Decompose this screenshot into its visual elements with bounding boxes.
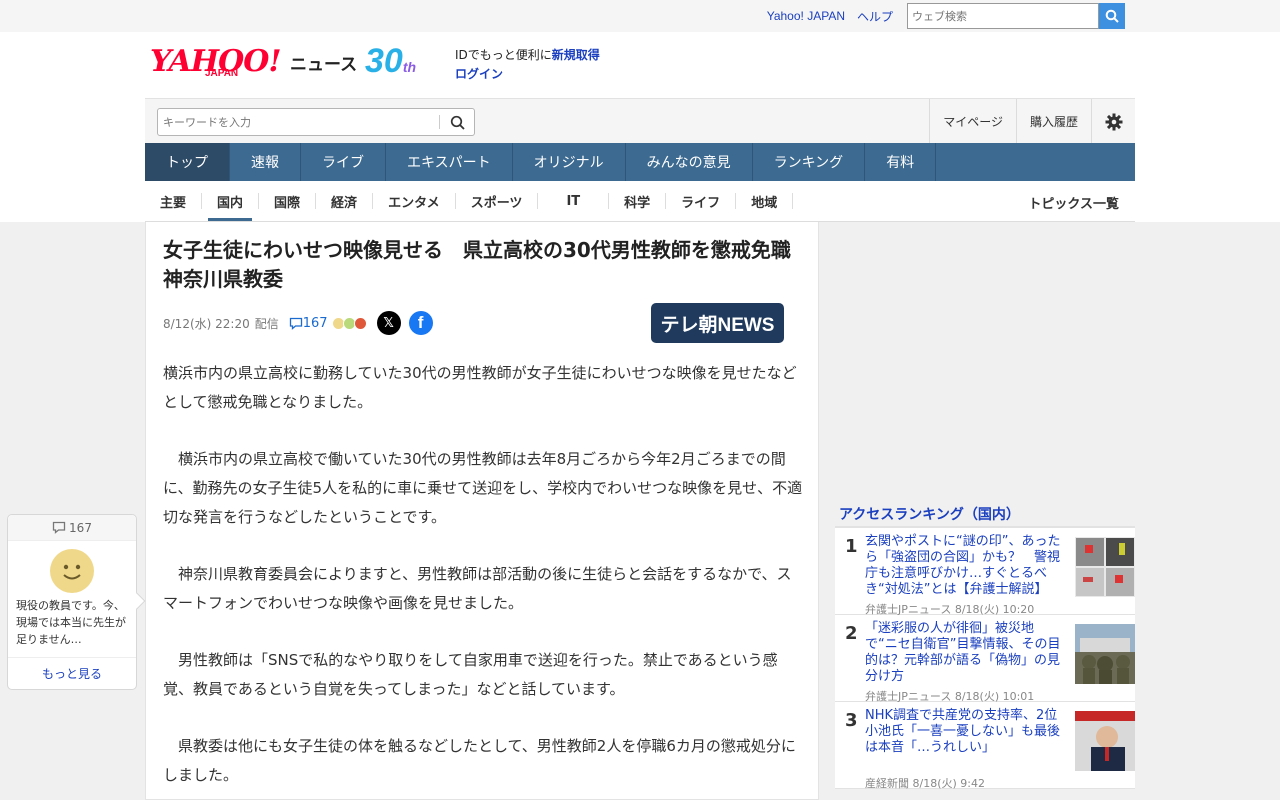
gear-icon <box>1105 113 1122 130</box>
ranking-number: 2 <box>845 623 858 644</box>
top-utility-bar: Yahoo! JAPAN ヘルプ <box>0 0 1280 32</box>
tab-domestic[interactable]: 国内 <box>202 193 260 221</box>
comment-widget-count[interactable]: 167 <box>8 515 136 541</box>
article-paragraph: 男性教師は「SNSで私的なやり取りをして自家用車で送迎を行った。禁止であるという… <box>163 651 778 698</box>
ranking-thumbnail <box>1075 711 1135 771</box>
tab-sports[interactable]: スポーツ <box>456 193 539 211</box>
comment-count-link[interactable]: 167 <box>289 316 328 331</box>
article-paragraph: 県教委は他にも女子生徒の体を触るなどしたとして、男性教師2人を停職6カ月の懲戒処… <box>163 737 796 784</box>
search-row: マイページ 購入履歴 <box>145 98 1135 144</box>
ranking-title[interactable]: 玄関やポストに“謎の印”、あったら「強盗団の合図」かも？ 警視庁も注意呼びかけ…… <box>865 534 1065 598</box>
search-icon <box>1105 9 1119 23</box>
ad-space <box>835 222 1135 502</box>
ranking-title[interactable]: NHK調査で共産党の支持率、2位小池氏「一喜一憂しない」も最後は本音「…うれしい… <box>865 708 1065 756</box>
tab-life[interactable]: ライフ <box>666 193 737 211</box>
web-search-input[interactable] <box>907 3 1099 29</box>
ranking-thumbnail <box>1075 624 1135 684</box>
article-date: 8/12(水) 22:20 <box>163 316 250 331</box>
ranking-item[interactable]: 1 玄関やポストに“謎の印”、あったら「強盗団の合図」かも？ 警視庁も注意呼びか… <box>835 528 1135 616</box>
comment-icon <box>52 521 66 534</box>
tab-local[interactable]: 地域 <box>736 193 794 211</box>
article: 女子生徒にわいせつ映像見せる 県立高校の30代男性教師を懲戒免職 神奈川県教委 … <box>145 222 819 800</box>
category-nav: 主要 国内 国際 経済 エンタメ スポーツ IT 科学 ライフ 地域 トピックス… <box>145 181 1135 222</box>
article-title: 女子生徒にわいせつ映像見せる 県立高校の30代男性教師を懲戒免職 神奈川県教委 <box>163 238 811 291</box>
ranking-number: 1 <box>845 536 858 557</box>
ranking-source: 産経新聞 8/18(火) 9:42 <box>865 777 985 790</box>
id-promo-text: IDでもっと便利に <box>455 48 552 62</box>
smile-avatar-icon <box>50 549 94 593</box>
gnav-live[interactable]: ライブ <box>301 143 386 181</box>
article-meta: 8/12(水) 22:20 配信 167 𝕏 f <box>163 311 433 335</box>
gnav-top[interactable]: トップ <box>145 143 230 181</box>
reaction-icons <box>331 316 367 330</box>
article-body: 横浜市内の県立高校に勤務していた30代の男性教師が女子生徒にわいせつな映像を見せ… <box>163 359 803 800</box>
yahoo-logo-sub: JAPAN <box>205 68 239 79</box>
tab-economy[interactable]: 経済 <box>316 193 374 211</box>
web-search-button[interactable] <box>1099 3 1125 29</box>
news-logo[interactable]: ニュース <box>290 50 357 75</box>
comment-snippet[interactable]: 現役の教員です。今、現場では本当に先生が足りません… <box>16 597 130 648</box>
article-paragraph: 神奈川県教育委員会によりますと、男性教師は部活動の後に生徒らと会話をするなかで、… <box>163 565 792 612</box>
gnav-breaking[interactable]: 速報 <box>230 143 301 181</box>
comment-count: 167 <box>302 315 328 331</box>
ranking-number: 3 <box>845 710 858 731</box>
web-search <box>907 3 1125 29</box>
keyword-search <box>157 108 475 136</box>
header-links: マイページ 購入履歴 <box>929 99 1135 144</box>
gnav-paid[interactable]: 有料 <box>865 143 937 181</box>
gnav-opinions[interactable]: みんなの意見 <box>626 143 753 181</box>
provider-logo[interactable]: テレ朝NEWS <box>651 303 784 343</box>
keyword-search-button[interactable] <box>440 109 474 135</box>
ranking-item[interactable]: 3 NHK調査で共産党の支持率、2位小池氏「一喜一憂しない」も最後は本音「…うれ… <box>835 702 1135 790</box>
comment-icon <box>289 317 302 330</box>
gnav-ranking[interactable]: ランキング <box>753 143 866 181</box>
x-share-icon[interactable]: 𝕏 <box>376 311 401 335</box>
id-promo: IDでもっと便利に新規取得 ログイン <box>455 46 600 84</box>
register-link[interactable]: 新規取得 <box>552 48 600 62</box>
access-ranking: アクセスランキング（国内） 1 玄関やポストに“謎の印”、あったら「強盗団の合図… <box>835 500 1135 800</box>
gnav-original[interactable]: オリジナル <box>513 143 626 181</box>
tab-entertainment[interactable]: エンタメ <box>373 193 456 211</box>
tab-main[interactable]: 主要 <box>145 193 203 211</box>
gnav-expert[interactable]: エキスパート <box>386 143 513 181</box>
tab-international[interactable]: 国際 <box>259 193 317 211</box>
ranking-heading[interactable]: アクセスランキング（国内） <box>835 500 1135 528</box>
delivered-label: 配信 <box>254 316 279 331</box>
ranking-thumbnail <box>1075 537 1135 597</box>
purchase-history-link[interactable]: 購入履歴 <box>1015 99 1091 144</box>
global-nav: トップ 速報 ライブ エキスパート オリジナル みんなの意見 ランキング 有料 <box>145 143 1135 181</box>
widget-pointer <box>128 592 146 610</box>
tab-it[interactable]: IT <box>538 193 610 209</box>
search-icon <box>450 115 465 130</box>
article-paragraph: 横浜市内の県立高校で働いていた30代の男性教師は去年8月ごろから今年2月ごろまで… <box>163 450 803 526</box>
settings-button[interactable] <box>1091 99 1135 144</box>
help-link[interactable]: ヘルプ <box>857 8 893 25</box>
login-link[interactable]: ログイン <box>455 67 503 81</box>
logo-row: YAHOO! JAPAN ニュース 30th IDでもっと便利に新規取得 ログイ… <box>145 32 1135 98</box>
article-paragraph: 横浜市内の県立高校に勤務していた30代の男性教師が女子生徒にわいせつな映像を見せ… <box>163 364 797 411</box>
keyword-search-input[interactable] <box>158 110 439 134</box>
angry-icon <box>353 316 367 330</box>
more-comments-link[interactable]: もっと見る <box>8 657 136 689</box>
ranking-title[interactable]: 「迷彩服の人が徘徊」被災地で“ニセ自衛官”目撃情報、その目的は？元幹部が語る「偽… <box>865 621 1065 685</box>
ranking-item[interactable]: 2 「迷彩服の人が徘徊」被災地で“ニセ自衛官”目撃情報、その目的は？元幹部が語る… <box>835 615 1135 703</box>
mypage-link[interactable]: マイページ <box>929 99 1016 144</box>
tab-science[interactable]: 科学 <box>609 193 667 211</box>
anniversary-logo: 30th <box>365 42 417 80</box>
facebook-share-icon[interactable]: f <box>408 311 433 335</box>
yahoo-japan-link[interactable]: Yahoo! JAPAN <box>767 9 845 23</box>
comment-widget: 167 現役の教員です。今、現場では本当に先生が足りません… もっと見る <box>7 514 146 690</box>
topics-list-link[interactable]: トピックス一覧 <box>1028 193 1119 212</box>
